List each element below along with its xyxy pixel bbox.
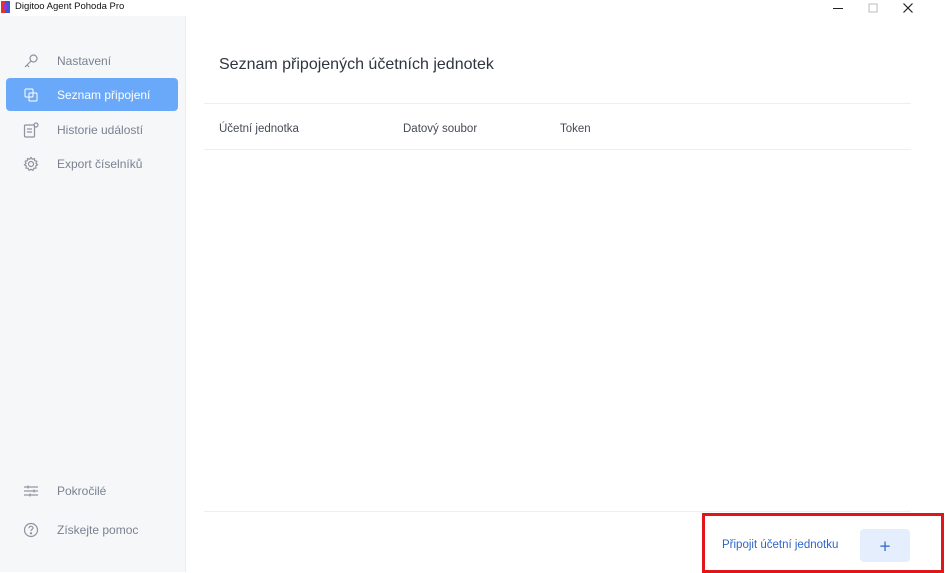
key-icon: [23, 53, 39, 69]
column-header-datovy-soubor[interactable]: Datový soubor: [403, 123, 477, 135]
title-bar: Digitoo Agent Pohoda Pro: [0, 0, 945, 16]
sidebar-item-label: Export číselníků: [57, 156, 143, 171]
connect-unit-link[interactable]: Připojit účetní jednotku: [722, 539, 838, 551]
header-divider: [204, 103, 911, 104]
app-logo-icon: [1, 1, 10, 13]
close-icon: [903, 3, 913, 13]
sidebar-item-label: Získejte pomoc: [57, 522, 139, 537]
sidebar-item-pokrocile[interactable]: Pokročilé: [6, 474, 178, 507]
help-icon: [23, 522, 39, 538]
maximize-button[interactable]: [855, 0, 891, 16]
stack-icon: [23, 87, 39, 103]
sidebar-item-label: Seznam připojení: [57, 87, 151, 102]
table-header-divider: [204, 149, 911, 150]
sidebar: Nastavení Seznam připojení Historie udál…: [0, 16, 186, 572]
app-title: Digitoo Agent Pohoda Pro: [15, 1, 125, 12]
sidebar-item-historie-udalosti[interactable]: Historie událostí: [6, 113, 178, 146]
sidebar-item-seznam-pripojeni[interactable]: Seznam připojení: [6, 78, 178, 111]
sidebar-item-label: Pokročilé: [57, 483, 107, 498]
minimize-icon: [833, 8, 843, 9]
sliders-icon: [23, 483, 39, 499]
column-header-ucetni-jednotka[interactable]: Účetní jednotka: [219, 123, 299, 135]
add-unit-button[interactable]: +: [860, 529, 910, 562]
sidebar-item-ziskejte-pomoc[interactable]: Získejte pomoc: [6, 513, 178, 546]
sidebar-item-label: Historie událostí: [57, 122, 144, 137]
column-header-token[interactable]: Token: [560, 123, 591, 135]
sidebar-item-label: Nastavení: [57, 53, 112, 68]
page-title: Seznam připojených účetních jednotek: [219, 56, 494, 73]
sidebar-item-export-ciselniku[interactable]: Export číselníků: [6, 147, 178, 180]
gear-icon: [23, 156, 39, 172]
maximize-icon: [868, 3, 878, 13]
footer-divider: [204, 511, 911, 512]
close-button[interactable]: [890, 0, 926, 16]
minimize-button[interactable]: [820, 0, 856, 16]
sidebar-item-nastaveni[interactable]: Nastavení: [6, 44, 178, 77]
history-icon: [23, 121, 39, 138]
